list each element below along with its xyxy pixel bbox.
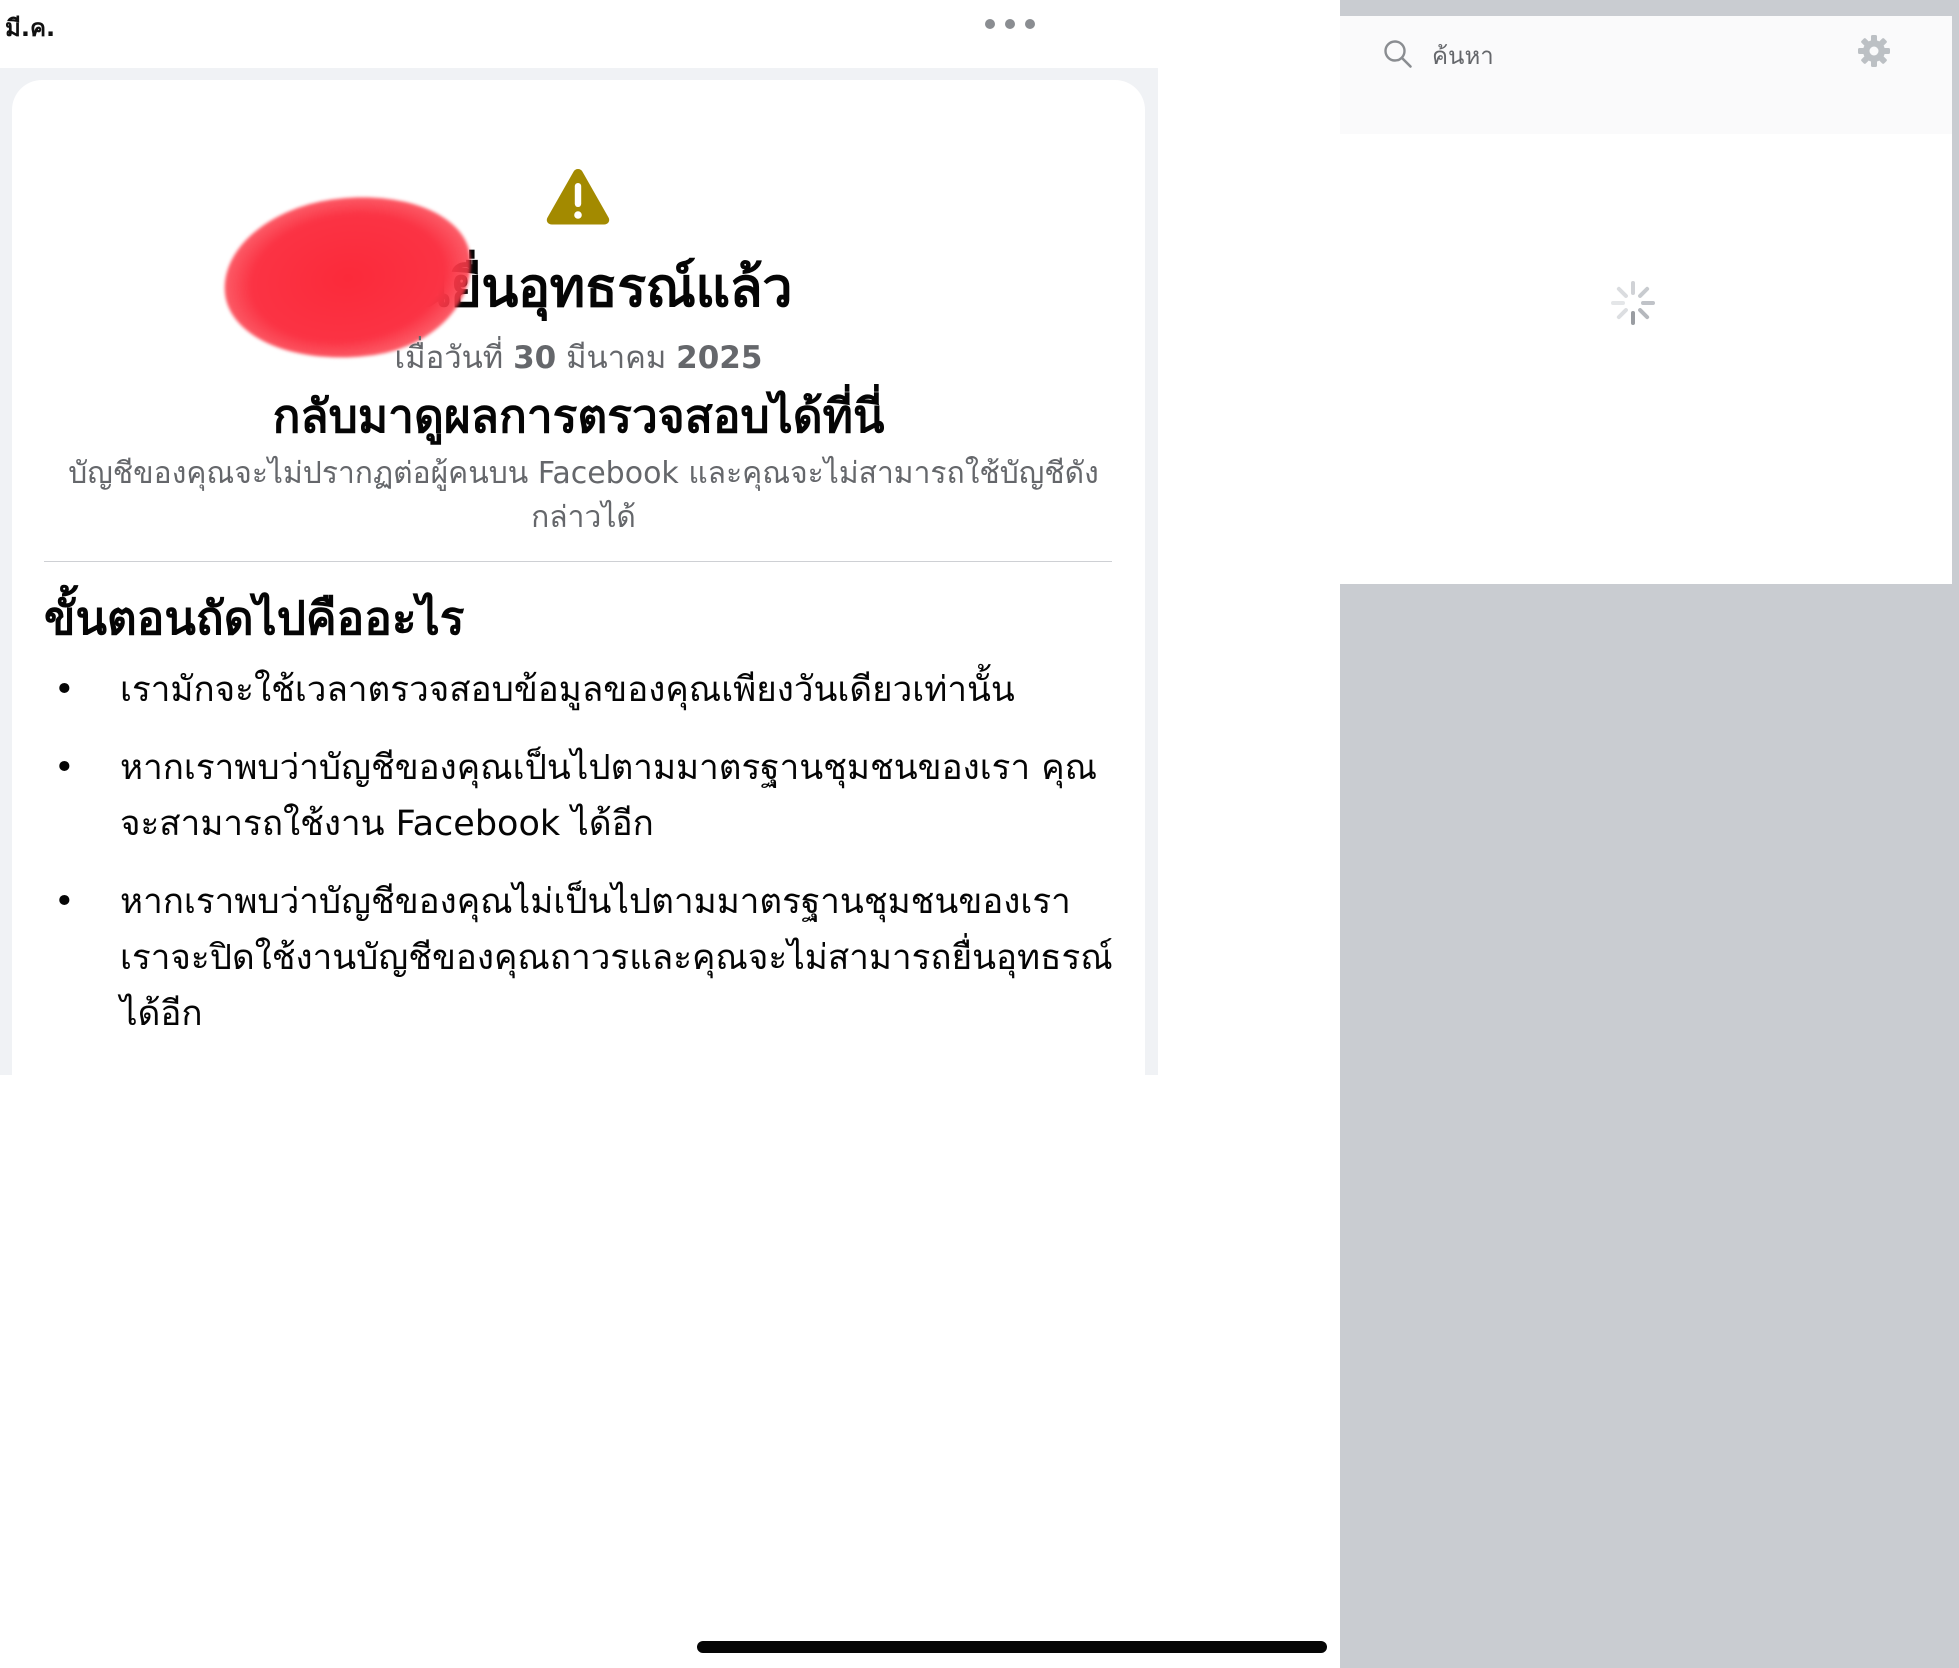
- app-screen: มี.ค. คุณยื่นอุทธรณ์แล้ว เมื่อวันที่ 30 …: [0, 0, 1959, 1668]
- appeal-title: คุณยื่นอุทธรณ์แล้ว: [364, 256, 793, 319]
- card-container: คุณยื่นอุทธรณ์แล้ว เมื่อวันที่ 30 มีนาคม…: [0, 68, 1158, 1075]
- next-step-item: • หากเราพบว่าบัญชีของคุณไม่เป็นไปตามมาตร…: [54, 874, 1116, 1042]
- loading-spinner-icon: [1611, 281, 1655, 325]
- appeal-date: เมื่อวันที่ 30 มีนาคม 2025: [12, 332, 1145, 382]
- next-steps-heading: ขั้นตอนถัดไปคืออะไร: [44, 591, 465, 645]
- next-step-item: • เรามักจะใช้เวลาตรวจสอบข้อมูลของคุณเพีย…: [54, 662, 1116, 718]
- side-panel: [1340, 0, 1959, 1668]
- home-indicator[interactable]: [697, 1641, 1327, 1653]
- next-step-text: เรามักจะใช้เวลาตรวจสอบข้อมูลของคุณเพียงว…: [120, 670, 1015, 710]
- more-dot: [985, 19, 995, 29]
- bullet: •: [54, 748, 75, 788]
- appeal-day: 30: [513, 340, 557, 376]
- status-date: มี.ค.: [5, 14, 56, 42]
- search-input[interactable]: [1432, 36, 1852, 76]
- search-icon[interactable]: [1382, 38, 1414, 70]
- return-check-text: กลับมาดูผลการตรวจสอบได้ที่นี่: [272, 389, 885, 443]
- next-step-item: • หากเราพบว่าบัญชีของคุณเป็นไปตามมาตรฐาน…: [54, 740, 1116, 852]
- next-step-text: หากเราพบว่าบัญชีของคุณเป็นไปตามมาตรฐานชุ…: [120, 748, 1098, 844]
- more-options-button[interactable]: [985, 10, 1035, 38]
- appeal-year: 2025: [676, 340, 763, 376]
- more-dot: [1005, 19, 1015, 29]
- appeal-month: มีนาคม: [566, 340, 667, 376]
- next-steps-list: • เรามักจะใช้เวลาตรวจสอบข้อมูลของคุณเพีย…: [54, 662, 1116, 1064]
- next-step-text: หากเราพบว่าบัญชีของคุณไม่เป็นไปตามมาตรฐา…: [120, 882, 1113, 1034]
- bullet: •: [54, 882, 75, 922]
- search-panel: [1340, 16, 1952, 584]
- account-hidden-note: บัญชีของคุณจะไม่ปรากฏต่อผู้คนบน Facebook…: [68, 456, 1099, 535]
- section-divider: [44, 561, 1112, 562]
- warning-triangle-icon: [546, 169, 610, 225]
- search-bar: [1340, 16, 1952, 134]
- gear-icon[interactable]: [1857, 34, 1891, 68]
- appeal-date-prefix: เมื่อวันที่: [394, 340, 504, 376]
- appeal-status-card: คุณยื่นอุทธรณ์แล้ว เมื่อวันที่ 30 มีนาคม…: [12, 80, 1145, 1075]
- more-dot: [1025, 19, 1035, 29]
- bullet: •: [54, 670, 75, 710]
